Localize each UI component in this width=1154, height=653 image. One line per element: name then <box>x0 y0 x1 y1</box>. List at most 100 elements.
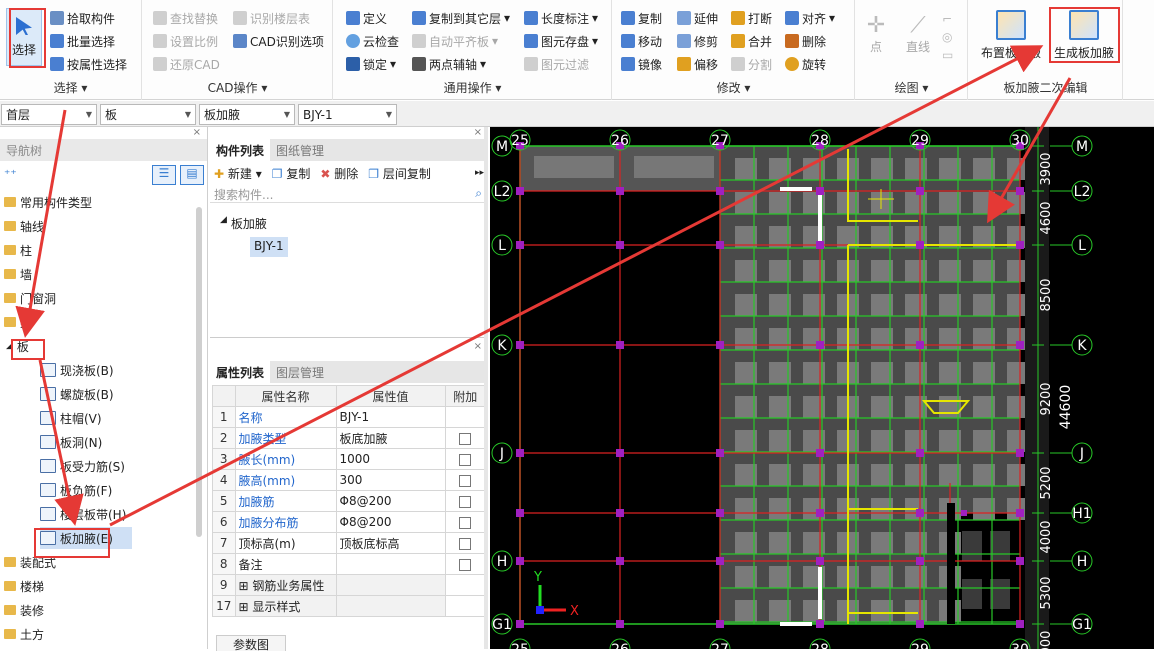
cad-drawing-canvas[interactable]: 25 25 26 26 27 27 28 28 29 29 30 30 M M L2 L2 L L K K J J H1 H H… <box>490 127 1154 649</box>
merge-button[interactable]: 合并 <box>731 31 772 51</box>
tab-drawing-management[interactable]: 图纸管理 <box>270 139 330 161</box>
type-select[interactable]: 板 ▼ <box>100 104 196 125</box>
tab-component-list[interactable]: 构件列表 <box>210 139 271 161</box>
delete-component-button[interactable]: ✖ 删除 <box>320 165 358 182</box>
property-value[interactable]: 板底加腋 <box>335 427 446 449</box>
component-search-input[interactable]: 搜索构件... ⌕ <box>210 185 488 203</box>
copy-button[interactable]: 复制 <box>621 8 662 28</box>
cad-drawing[interactable]: 25 25 26 26 27 27 28 28 29 29 30 30 M M L2 L2 L L K K J J H1 H H… <box>490 127 1154 649</box>
property-value[interactable]: 300 <box>335 469 446 491</box>
attach-cell[interactable] <box>444 532 487 554</box>
tree-folder[interactable]: 门窗洞 <box>4 287 56 309</box>
property-value[interactable]: 1000 <box>335 448 446 470</box>
checkbox[interactable] <box>459 432 472 445</box>
delete-button[interactable]: 删除 <box>785 31 826 51</box>
splitter[interactable] <box>484 127 488 649</box>
collapse-icon[interactable]: ◢ <box>220 215 227 232</box>
tree-folder[interactable]: 装修 <box>4 599 44 621</box>
expand-all-icon[interactable]: ⁺⁺ <box>4 167 17 181</box>
select-by-property-button[interactable]: 按属性选择 <box>50 54 127 74</box>
table-row[interactable]: 8 备注 <box>212 553 487 575</box>
more-icon[interactable]: ▸▸ <box>475 168 484 178</box>
checkbox[interactable] <box>459 495 472 508</box>
attach-cell[interactable] <box>444 490 487 512</box>
expand-icon[interactable]: ⊞ <box>239 579 253 593</box>
property-value[interactable]: Φ8@200 <box>335 490 446 512</box>
table-row[interactable]: 2 加腋类型 板底加腋 <box>212 427 487 449</box>
tree-item[interactable]: 柱帽(V) <box>40 407 102 429</box>
tree-item[interactable]: 现浇板(B) <box>40 359 114 381</box>
restore-cad-button[interactable]: 还原CAD <box>153 54 220 74</box>
attach-cell[interactable] <box>444 553 487 575</box>
copy-to-other-floor-button[interactable]: 复制到其它层 ▾ <box>412 8 510 28</box>
list-view-icon[interactable]: ☰ <box>152 165 176 185</box>
tree-item[interactable]: 板洞(N) <box>40 431 102 453</box>
checkbox[interactable] <box>459 474 472 487</box>
tree-folder[interactable]: 柱 <box>4 239 32 261</box>
component-group[interactable]: ◢ 板加腋 <box>220 215 267 232</box>
element-save-button[interactable]: 图元存盘 ▾ <box>524 31 598 51</box>
tree-folder[interactable]: 常用构件类型 <box>4 191 92 213</box>
tree-folder[interactable]: 梁 <box>4 311 32 333</box>
subtype-select[interactable]: 板加腋 ▼ <box>199 104 295 125</box>
table-row[interactable]: 3 腋长(mm) 1000 <box>212 448 487 470</box>
close-icon[interactable]: × <box>0 127 207 139</box>
table-row[interactable]: 9 ⊞ 钢筋业务属性 <box>212 574 487 596</box>
tree-folder[interactable]: 墙 <box>4 263 32 285</box>
move-button[interactable]: 移动 <box>621 31 662 51</box>
attach-cell[interactable] <box>444 511 487 533</box>
line-button[interactable]: ⟋ 直线 <box>900 14 936 55</box>
cad-recognition-options-button[interactable]: CAD识别选项 <box>233 31 324 51</box>
rotate-button[interactable]: 旋转 <box>785 54 826 74</box>
property-value[interactable] <box>335 574 446 596</box>
mirror-button[interactable]: 镜像 <box>621 54 662 74</box>
table-row[interactable]: 5 加腋筋 Φ8@200 <box>212 490 487 512</box>
batch-select-button[interactable]: 批量选择 <box>50 31 115 51</box>
attach-cell[interactable] <box>444 448 487 470</box>
property-value[interactable]: Φ8@200 <box>335 511 446 533</box>
table-row[interactable]: 7 顶标高(m) 顶板底标高 <box>212 532 487 554</box>
tab-property-list[interactable]: 属性列表 <box>210 361 271 383</box>
checkbox[interactable] <box>459 558 472 571</box>
set-scale-button[interactable]: 设置比例 <box>153 31 218 51</box>
copy-component-button[interactable]: ❐ 复制 <box>272 165 311 182</box>
new-button[interactable]: ✚ 新建 ▾ <box>214 165 262 182</box>
tree-folder[interactable]: 楼梯 <box>4 575 44 597</box>
define-button[interactable]: 定义 <box>346 8 387 28</box>
attach-cell[interactable] <box>444 427 487 449</box>
property-value[interactable]: BJY-1 <box>335 406 446 428</box>
property-value[interactable] <box>335 595 446 617</box>
property-value[interactable]: 顶板底标高 <box>335 532 446 554</box>
tree-folder[interactable]: 土方 <box>4 623 44 645</box>
align-button[interactable]: 对齐 ▾ <box>785 8 835 28</box>
tree-item[interactable]: 螺旋板(B) <box>40 383 114 405</box>
table-row[interactable]: 17 ⊞ 显示样式 <box>212 595 487 617</box>
checkbox[interactable] <box>459 453 472 466</box>
tree-item[interactable]: 板负筋(F) <box>40 479 112 501</box>
expand-icon[interactable]: ⊞ <box>239 600 253 614</box>
break-button[interactable]: 打断 <box>731 8 772 28</box>
cloud-check-button[interactable]: 云检查 <box>346 31 399 51</box>
floor-select[interactable]: 首层 ▼ <box>1 104 97 125</box>
offset-button[interactable]: 偏移 <box>677 54 718 74</box>
pick-component-button[interactable]: 拾取构件 <box>50 8 115 28</box>
auto-flush-board-button[interactable]: 自动平齐板 ▾ <box>412 31 498 51</box>
close-icon[interactable]: × <box>210 341 488 353</box>
table-row[interactable]: 6 加腋分布筋 Φ8@200 <box>212 511 487 533</box>
tree-item[interactable]: 板受力筋(S) <box>40 455 125 477</box>
element-filter-button[interactable]: 图元过滤 <box>524 54 589 74</box>
grid-view-icon[interactable]: ▤ <box>180 165 204 185</box>
component-item-bjy1[interactable]: BJY-1 <box>250 237 288 257</box>
table-row[interactable]: 1 名称 BJY-1 <box>212 406 487 428</box>
checkbox[interactable] <box>459 516 472 529</box>
close-icon[interactable]: × <box>210 127 488 139</box>
floor-copy-button[interactable]: ❐ 层间复制 <box>368 165 431 182</box>
length-dimension-button[interactable]: 长度标注 ▾ <box>524 8 598 28</box>
attach-cell[interactable] <box>444 469 487 491</box>
table-row[interactable]: 4 腋高(mm) 300 <box>212 469 487 491</box>
tree-item[interactable]: 楼层板带(H) <box>40 503 126 525</box>
point-button[interactable]: ✛ 点 <box>862 14 890 55</box>
recognize-floor-table-button[interactable]: 识别楼层表 <box>233 8 310 28</box>
tree-folder[interactable]: 轴线 <box>4 215 44 237</box>
two-point-aux-axis-button[interactable]: 两点辅轴 ▾ <box>412 54 486 74</box>
